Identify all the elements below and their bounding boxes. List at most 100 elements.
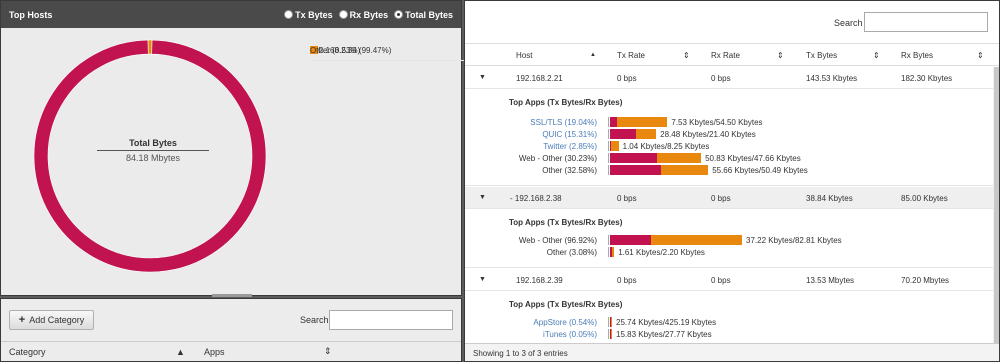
expand-caret-icon[interactable]: ▼ [479, 74, 486, 81]
tx-bar-segment [610, 129, 637, 139]
rx-bar-segment [636, 129, 657, 139]
donut-slice-other[interactable] [147, 39, 153, 55]
metric-radio-group: Tx Bytes Rx Bytes Total Bytes [284, 10, 453, 20]
bar-axis-line [608, 329, 609, 339]
sort-both-icon[interactable]: ⇕ [683, 51, 690, 60]
bar-value-label: 7.53 Kbytes/54.50 Kbytes [671, 118, 763, 127]
category-table-header: Category ▲ Apps ⇕ [1, 341, 461, 361]
app-bar-row: AppStore (0.54%) 25.74 Kbytes/425.19 Kbyt… [465, 317, 993, 328]
table-row[interactable]: ▼ 192.168.2.39 0 bps 0 bps 13.53 Mbytes … [465, 269, 993, 291]
radio-icon[interactable] [338, 10, 348, 19]
app-bar-row: iTunes (0.05%) 15.83 Kbytes/27.77 Kbytes [465, 329, 993, 340]
tx-bar-segment [610, 165, 662, 175]
sort-asc-icon[interactable]: ▲ [176, 347, 185, 357]
detail-title: Top Apps (Tx Bytes/Rx Bytes) [509, 218, 623, 227]
table-row[interactable]: ▼ - 192.168.2.38 0 bps 0 bps 38.84 Kbyte… [465, 187, 993, 209]
radio-label: Total Bytes [405, 9, 453, 20]
sort-both-icon[interactable]: ⇕ [977, 51, 984, 60]
expand-caret-icon[interactable]: ▼ [479, 276, 486, 283]
host-detail: Top Apps (Tx Bytes/Rx Bytes) SSL/TLS (19… [465, 90, 993, 186]
tx-rate-cell: 0 bps [617, 276, 637, 285]
bar-value-label: 37.22 Kbytes/82.81 Kbytes [746, 236, 842, 245]
host-detail: Top Apps (Tx Bytes/Rx Bytes) Web - Other… [465, 210, 993, 268]
stacked-bar [610, 329, 612, 339]
hosts-search-input[interactable] [864, 12, 988, 32]
radio-checked-icon[interactable] [394, 10, 404, 19]
host-cell: 192.168.2.21 [516, 74, 563, 83]
app-link[interactable]: Twitter (2.85%) [543, 142, 597, 151]
tx-bytes-cell: 38.84 Kbytes [806, 194, 853, 203]
top-hosts-header: Top Hosts Tx Bytes Rx Bytes Total Bytes [1, 1, 461, 28]
sort-asc-icon[interactable]: ▲ [590, 52, 596, 58]
app-link[interactable]: AppStore (0.54%) [533, 318, 597, 327]
bar-value-label: 25.74 Kbytes/425.19 Kbytes [616, 318, 717, 327]
app-label: Other (3.08%) [546, 248, 597, 257]
rx-bar-segment [611, 247, 615, 257]
top-hosts-panel: Top Hosts Tx Bytes Rx Bytes Total Bytes … [0, 0, 838, 297]
rx-bar-segment [657, 153, 702, 163]
bar-value-label: 28.48 Kbytes/21.40 Kbytes [660, 130, 756, 139]
legend-label: Other (0.53%) [310, 46, 361, 55]
column-header-tx-bytes[interactable]: Tx Bytes [806, 51, 837, 60]
resize-handle[interactable] [212, 294, 252, 297]
expand-caret-icon[interactable]: ▼ [479, 194, 486, 201]
bar-axis-line [608, 117, 609, 127]
column-header-rx-rate[interactable]: Rx Rate [711, 51, 740, 60]
category-search-input[interactable] [329, 310, 453, 330]
bar-axis-line [608, 235, 609, 245]
rx-bytes-cell: 85.00 Kbytes [901, 194, 948, 203]
host-detail: Top Apps (Tx Bytes/Rx Bytes) AppStore (0… [465, 292, 993, 344]
radio-icon[interactable] [284, 10, 294, 19]
column-header-rx-bytes[interactable]: Rx Bytes [901, 51, 933, 60]
app-link[interactable]: QUIC (15.31%) [542, 130, 597, 139]
rx-bar-segment [611, 329, 612, 339]
donut-center-value: 84.18 Mbytes [125, 153, 181, 163]
radio-label: Tx Bytes [295, 9, 333, 20]
bar-axis-line [608, 247, 609, 257]
column-header-category[interactable]: Category [9, 347, 46, 357]
bar-axis-line [608, 165, 609, 175]
app-bar-row: Other (32.58%) 55.66 Kbytes/50.49 Kbytes [465, 165, 993, 176]
host-cell: - 192.168.2.38 [510, 194, 562, 203]
app-link[interactable]: SSL/TLS (19.04%) [530, 118, 597, 127]
app-bar-row: QUIC (15.31%) 28.48 Kbytes/21.40 Kbytes [465, 129, 993, 140]
app-link[interactable]: iTunes (0.05%) [543, 330, 597, 339]
bar-axis-line [608, 141, 609, 151]
table-row[interactable]: ▼ 192.168.2.21 0 bps 0 bps 143.53 Kbytes… [465, 67, 993, 89]
rx-bytes-cell: 182.30 Kbytes [901, 74, 953, 83]
sort-both-icon[interactable]: ⇕ [777, 51, 784, 60]
app-label: Web - Other (30.23%) [518, 154, 597, 163]
donut-center: Total Bytes 84.18 Mbytes [97, 138, 209, 163]
rx-bar-segment [661, 165, 709, 175]
host-cell: 192.168.2.39 [516, 276, 563, 285]
radio-rx-bytes[interactable]: Rx Bytes [338, 10, 388, 20]
vertical-scrollbar[interactable] [993, 67, 999, 343]
column-header-apps[interactable]: Apps [204, 347, 225, 357]
bar-value-label: 55.66 Kbytes/50.49 Kbytes [712, 166, 808, 175]
bar-value-label: 1.61 Kbytes/2.20 Kbytes [618, 248, 705, 257]
rx-bar-segment [650, 235, 743, 245]
bar-value-label: 15.83 Kbytes/27.77 Kbytes [616, 330, 712, 339]
hosts-table-header: Host ▲ Tx Rate ⇕ Rx Rate ⇕ Tx Bytes ⇕ Rx… [465, 43, 999, 66]
tx-bytes-cell: 13.53 Mbytes [806, 276, 855, 285]
rx-rate-cell: 0 bps [711, 194, 731, 203]
sort-both-icon[interactable]: ⇕ [324, 346, 332, 357]
plus-icon: + [18, 314, 26, 326]
column-header-tx-rate[interactable]: Tx Rate [617, 51, 645, 60]
column-header-host[interactable]: Host [516, 51, 532, 60]
add-category-button[interactable]: + Add Category [9, 310, 94, 330]
detail-title: Top Apps (Tx Bytes/Rx Bytes) [509, 300, 623, 309]
rx-bytes-cell: 70.20 Mbytes [901, 276, 950, 285]
bar-value-label: 1.04 Kbytes/8.25 Kbytes [622, 142, 710, 151]
radio-total-bytes[interactable]: Total Bytes [394, 10, 453, 20]
stacked-bar [610, 153, 702, 163]
donut-center-label: Total Bytes [97, 138, 209, 151]
app-label: Other (32.58%) [542, 166, 597, 175]
scrollbar-thumb[interactable] [994, 67, 999, 343]
sort-both-icon[interactable]: ⇕ [873, 51, 880, 60]
radio-tx-bytes[interactable]: Tx Bytes [284, 10, 333, 20]
tx-rate-cell: 0 bps [617, 194, 637, 203]
tx-bytes-cell: 143.53 Kbytes [806, 74, 858, 83]
category-panel: + Add Category Search Category ▲ Apps ⇕ [0, 298, 462, 362]
rx-bar-segment [611, 317, 612, 327]
